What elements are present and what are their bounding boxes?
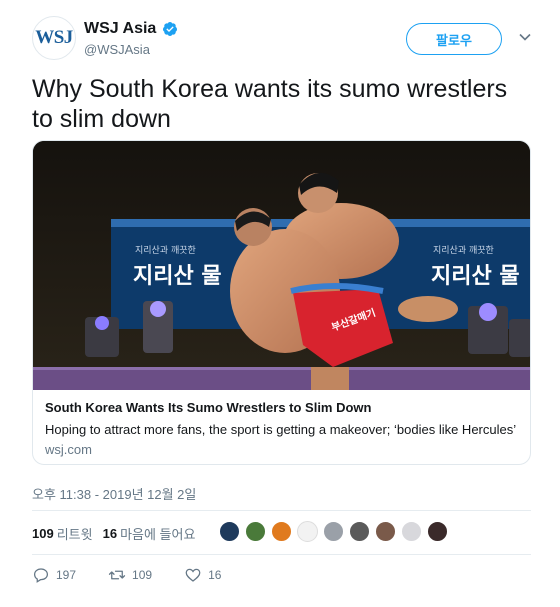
liker-avatar[interactable]	[349, 521, 370, 542]
retweet-stat-label[interactable]: 리트윗	[57, 524, 93, 543]
card-title[interactable]: South Korea Wants Its Sumo Wrestlers to …	[45, 399, 521, 417]
follow-button[interactable]: 팔로우	[406, 23, 502, 55]
card-body: South Korea Wants Its Sumo Wrestlers to …	[45, 399, 521, 459]
tweet-header: WSJ WSJ Asia @WSJAsia 팔로우	[32, 16, 532, 68]
like-button[interactable]: 16	[184, 566, 221, 584]
like-stat-label[interactable]: 마음에 들어요	[120, 524, 195, 543]
chevron-down-icon[interactable]	[518, 30, 532, 44]
action-bar: 197 109 16	[32, 566, 253, 584]
banner-small-right: 지리산과 깨끗한	[433, 244, 494, 256]
like-stat-count[interactable]: 16	[103, 526, 117, 541]
retweet-button[interactable]: 109	[108, 566, 152, 584]
card-image[interactable]: 지리산과 깨끗한 지리산 물 지리산과 깨끗한 지리산 물 부산갈매기	[33, 141, 530, 390]
divider-bottom	[32, 554, 531, 555]
tweet-text: Why South Korea wants its sumo wrestlers…	[32, 75, 508, 133]
card-domain: wsj.com	[45, 442, 92, 457]
liker-avatar[interactable]	[401, 521, 422, 542]
retweet-stat-count[interactable]: 109	[32, 526, 54, 541]
liker-avatar[interactable]	[297, 521, 318, 542]
verified-badge-icon	[163, 22, 178, 36]
reply-button[interactable]: 197	[32, 566, 76, 584]
liker-avatar[interactable]	[271, 521, 292, 542]
account-handle[interactable]: @WSJAsia	[84, 42, 150, 57]
link-card[interactable]: 지리산과 깨끗한 지리산 물 지리산과 깨끗한 지리산 물 부산갈매기 Sout…	[32, 140, 531, 465]
like-count: 16	[208, 568, 222, 582]
display-name[interactable]: WSJ Asia	[84, 20, 156, 38]
retweet-icon	[108, 570, 126, 580]
banner-text-left: 지리산 물	[133, 264, 222, 289]
divider-top	[32, 510, 531, 511]
banner-small-left: 지리산과 깨끗한	[135, 244, 196, 256]
engagement-stats: 109 리트윗 16 마음에 들어요	[32, 523, 205, 543]
reply-count: 197	[56, 568, 77, 582]
name-row: WSJ Asia	[84, 20, 178, 38]
liker-avatar[interactable]	[219, 521, 240, 542]
liker-avatar[interactable]	[427, 521, 448, 542]
account-avatar[interactable]: WSJ	[32, 16, 76, 60]
heart-icon	[185, 568, 201, 582]
tweet-timestamp[interactable]: 오후 11:38 - 2019년 12월 2일	[32, 484, 196, 503]
liker-avatar[interactable]	[323, 521, 344, 542]
retweet-count: 109	[132, 568, 153, 582]
reply-icon	[33, 568, 49, 583]
card-description: Hoping to attract more fans, the sport i…	[45, 422, 517, 437]
liker-avatars	[219, 521, 448, 542]
liker-avatar[interactable]	[245, 521, 266, 542]
banner-text-right: 지리산 물	[431, 264, 520, 289]
sumo-photo: 지리산과 깨끗한 지리산 물 지리산과 깨끗한 지리산 물 부산갈매기	[33, 141, 530, 390]
avatar-logo-text: WSJ	[35, 27, 73, 48]
liker-avatar[interactable]	[375, 521, 396, 542]
